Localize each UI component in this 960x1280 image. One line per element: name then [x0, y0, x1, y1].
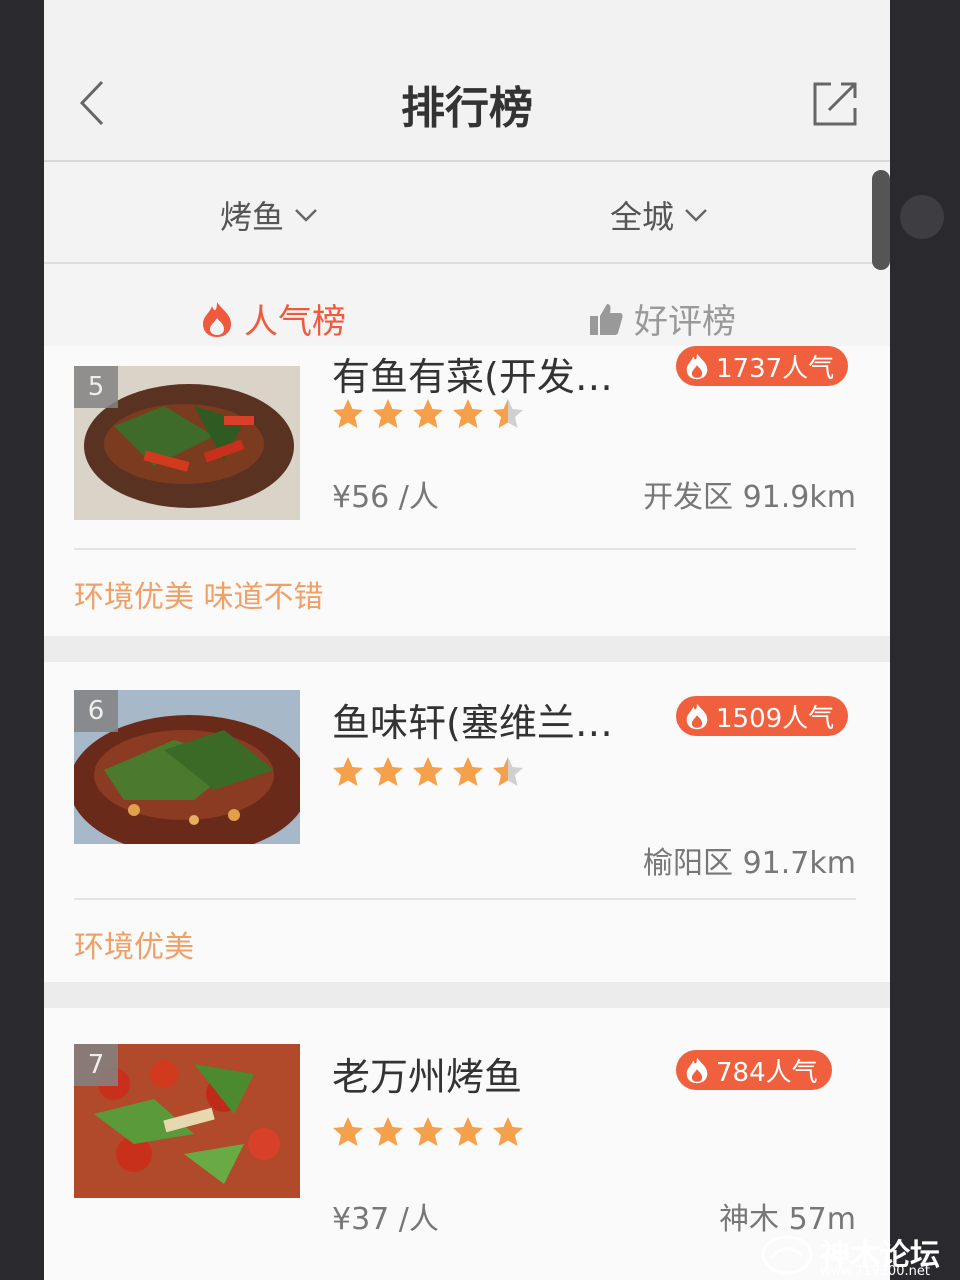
watermark-url: www.719300.net	[820, 1264, 930, 1279]
star-icon	[453, 1117, 483, 1146]
page-title: 排行榜	[401, 83, 533, 134]
star-icon	[453, 399, 483, 428]
star-icon	[333, 399, 363, 428]
flame-icon	[686, 353, 708, 380]
star-icon	[493, 1117, 523, 1146]
star-icon	[413, 757, 443, 786]
star-icon	[493, 757, 523, 786]
average-price: ¥37 /人	[332, 1202, 439, 1237]
chevron-down-icon	[685, 209, 707, 222]
tab-popularity[interactable]: 人气榜	[200, 294, 346, 343]
card-gap	[44, 982, 890, 1008]
star-icon	[333, 1117, 363, 1146]
star-icon	[373, 399, 403, 428]
star-icon	[373, 757, 403, 786]
tab-rating-label: 好评榜	[634, 302, 736, 342]
restaurant-name: 有鱼有菜(开发…	[332, 355, 613, 399]
popularity-badge: 1509人气	[676, 696, 849, 736]
scroll-indicator	[872, 170, 890, 270]
phone-camera	[900, 195, 944, 239]
popularity-badge: 784人气	[676, 1050, 832, 1090]
restaurant-photo: 7	[74, 1044, 300, 1198]
star-icon	[333, 757, 363, 786]
flame-icon	[686, 1057, 708, 1084]
popularity-badge: 1737人气	[676, 346, 849, 386]
navigation-bar: 排行榜	[44, 0, 890, 162]
feature-tags: 环境优美	[74, 930, 194, 965]
district-distance: 榆阳区 91.7km	[643, 846, 856, 881]
feature-tags: 环境优美 味道不错	[74, 580, 324, 615]
restaurant-card[interactable]: 6 鱼味轩(塞维兰… 1509人气 榆阳区 91.7km 环境优美	[44, 662, 890, 982]
share-icon[interactable]	[809, 78, 861, 130]
forum-watermark: 神木论坛 www.719300.net	[760, 1230, 960, 1280]
rating-stars	[332, 1116, 532, 1148]
district-distance: 开发区 91.9km	[643, 480, 856, 515]
restaurant-photo: 6	[74, 690, 300, 844]
popularity-count: 1509人气	[716, 703, 835, 734]
rating-stars	[332, 398, 532, 430]
restaurant-card[interactable]: 5 有鱼有菜(开发… 1737人气 ¥56 /人 开发区 91.9km 环境优美…	[44, 346, 890, 636]
star-icon	[493, 399, 523, 428]
flame-icon	[686, 703, 708, 730]
flame-icon	[203, 301, 231, 337]
restaurant-name: 老万州烤鱼	[332, 1055, 523, 1099]
card-gap	[44, 636, 890, 662]
watermark-logo-icon	[761, 1235, 813, 1275]
star-icon	[413, 1117, 443, 1146]
restaurant-photo: 5	[74, 366, 300, 520]
tab-rating[interactable]: 好评榜	[588, 294, 736, 343]
star-icon	[453, 757, 483, 786]
divider	[74, 898, 856, 900]
category-filter[interactable]: 烤鱼	[220, 192, 318, 238]
star-icon	[373, 1117, 403, 1146]
rank-badge: 5	[74, 366, 118, 408]
chevron-down-icon	[295, 209, 317, 222]
divider	[74, 548, 856, 550]
area-filter[interactable]: 全城	[610, 192, 708, 238]
thumbs-up-icon	[590, 303, 623, 335]
rank-badge: 6	[74, 690, 118, 732]
average-price: ¥56 /人	[332, 480, 439, 515]
popularity-count: 784人气	[716, 1057, 818, 1088]
phone-screen: 排行榜 烤鱼 全城 人气榜 好评榜 5 有鱼有菜(开发… 1737人气 ¥56 …	[44, 0, 890, 1280]
category-filter-label: 烤鱼	[220, 198, 285, 236]
tab-popularity-label: 人气榜	[244, 302, 346, 342]
filter-bar: 烤鱼 全城	[44, 162, 890, 264]
star-icon	[413, 399, 443, 428]
rank-badge: 7	[74, 1044, 118, 1086]
area-filter-label: 全城	[610, 198, 675, 236]
restaurant-name: 鱼味轩(塞维兰…	[332, 701, 613, 745]
popularity-count: 1737人气	[716, 353, 835, 384]
rating-stars	[332, 756, 532, 788]
